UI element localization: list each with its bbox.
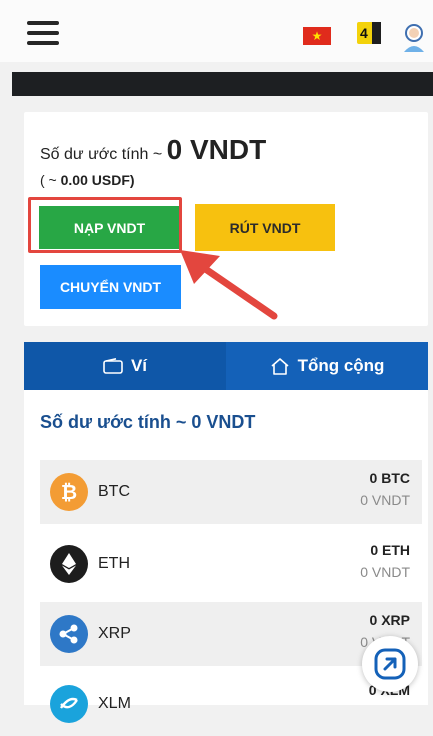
header-band [12,72,433,96]
vietnam-flag-icon[interactable]: ★ [303,27,331,45]
open-external-button[interactable] [362,636,418,692]
usd-balance: ( ~ 0.00 USDF) [40,172,135,188]
top-bar: ★ 4 [0,0,433,62]
coin-row-xlm[interactable]: XLM 0 XLM [40,672,422,736]
coin-amount: 0 ETH [370,542,410,558]
notification-count: 4 [360,25,368,41]
usd-value: 0.00 USDF [60,172,130,188]
coin-balance: 0 BTC 0 VNDT [360,470,410,508]
notification-badge[interactable]: 4 [357,22,381,44]
coin-symbol: BTC [98,483,130,500]
pointer-arrow-icon [180,250,278,320]
deposit-highlight-frame [28,197,182,253]
coin-symbol: ETH [98,555,130,572]
ripple-icon [50,615,88,653]
coin-amount: 0 XRP [369,612,410,628]
tab-total[interactable]: Tổng cộng [226,342,428,390]
coin-value: 0 VNDT [360,564,410,580]
home-icon [271,358,289,375]
wallet-icon [103,358,123,374]
coin-balance: 0 ETH 0 VNDT [360,542,410,580]
coin-row-eth[interactable]: ETH 0 ETH 0 VNDT [40,532,422,596]
transfer-button[interactable]: CHUYỂN VNDT [40,265,181,309]
tab-total-label: Tổng cộng [297,356,385,375]
wallet-balance-title: Số dư ước tính ~ 0 VNDT [40,412,256,432]
balance-label: Số dư ước tính ~ [40,146,163,163]
svg-text:₿: ₿ [61,480,77,504]
bitcoin-icon: ₿ [50,473,88,511]
user-avatar-icon[interactable] [400,22,428,52]
stellar-icon [50,685,88,723]
menu-icon[interactable] [27,21,59,45]
estimated-balance: Số dư ước tính ~ 0 VNDT [40,134,266,166]
coin-symbol: XLM [98,695,131,712]
tab-wallet-label: Ví [130,356,148,375]
tab-wallet[interactable]: Ví [24,342,226,390]
coin-amount: 0 BTC [369,470,410,486]
usd-suffix: ) [129,172,135,188]
external-link-icon [374,648,406,680]
ethereum-icon [50,545,88,583]
coin-symbol: XRP [98,625,131,642]
coin-value: 0 VNDT [360,492,410,508]
balance-amount: 0 VNDT [166,134,267,165]
usd-prefix: ( ~ [40,172,61,188]
wallet-tabs: Ví Tổng cộng [24,342,428,390]
coin-row-btc[interactable]: ₿ BTC 0 BTC 0 VNDT [40,460,422,524]
